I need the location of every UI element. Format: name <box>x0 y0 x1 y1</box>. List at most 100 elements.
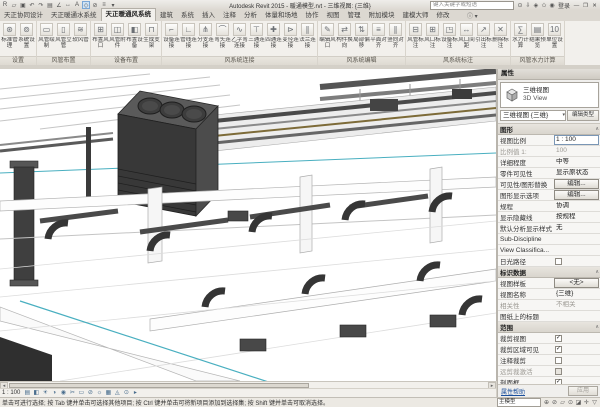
duct-run-main[interactable] <box>0 87 496 151</box>
panel-title[interactable]: 风系统标注 <box>406 56 510 65</box>
property-value[interactable]: 无 <box>554 223 599 233</box>
ribbon-button[interactable]: ⋔ 分支连接 <box>197 22 214 56</box>
status-toggle-icon[interactable]: ⊘ <box>551 399 558 406</box>
property-checkbox[interactable] <box>555 335 562 342</box>
ribbon-tab[interactable]: 天正协同设计 <box>0 10 47 21</box>
property-row[interactable]: 范围 <box>498 322 600 333</box>
ribbon-tab[interactable]: 插入 <box>198 10 219 21</box>
ribbon-button[interactable]: ✕ 删除标注 <box>492 22 509 56</box>
property-row[interactable]: 视图样板 <无> <box>498 278 600 289</box>
ribbon-button[interactable]: ≡ 平面对齐 <box>370 22 387 56</box>
status-toggle-icon[interactable]: ✛ <box>583 399 590 406</box>
qat-icon[interactable]: ▤ <box>46 1 54 9</box>
edit-type-button[interactable]: 编辑类型 <box>567 110 599 121</box>
ribbon-button[interactable]: ⊟ 风管标注 <box>407 22 424 56</box>
quick-access-toolbar[interactable]: R▱▣↶↷▤∠↔A◇⊘≡▾ <box>0 1 117 9</box>
drawing-area-3d-view[interactable] <box>0 69 497 381</box>
type-preview[interactable]: 三维视图 3D View <box>500 82 599 108</box>
property-value[interactable]: 100 <box>554 146 599 156</box>
modify-info-icon[interactable]: ⓘ ▾ <box>464 11 481 20</box>
ribbon-button[interactable]: ∥ 竖向对齐 <box>387 22 404 56</box>
property-row[interactable]: 视图名称 {三维} <box>498 289 600 300</box>
status-toggle-icon[interactable]: ⊙ <box>567 399 574 406</box>
ribbon-tab[interactable]: 管理 <box>344 10 365 21</box>
property-row[interactable]: 注释裁剪 <box>498 355 600 366</box>
property-checkbox[interactable] <box>555 368 562 375</box>
property-row[interactable]: 可见性/图形替换 编辑... <box>498 179 600 190</box>
property-row[interactable]: Sub-Discipline <box>498 234 600 245</box>
ribbon-tab[interactable]: 注释 <box>219 10 240 21</box>
ribbon-tab[interactable]: 分析 <box>240 10 261 21</box>
status-toggle-icon[interactable]: ▽ <box>591 399 598 406</box>
ribbon-button[interactable]: ⊤ 三通连接 <box>248 22 265 56</box>
ribbon-button[interactable]: ✎ 编辑风口 <box>319 22 336 56</box>
section-box-edge-teal[interactable] <box>0 153 496 173</box>
view-control-icon[interactable]: ◉ <box>59 389 67 397</box>
apply-button[interactable]: 应用 <box>568 386 598 396</box>
view-control-icon[interactable]: ⊙ <box>122 389 130 397</box>
qat-icon[interactable]: ∠ <box>55 1 63 9</box>
property-value[interactable]: 中等 <box>554 157 599 167</box>
qat-icon[interactable]: ◇ <box>82 1 90 9</box>
ribbon-button[interactable]: ▤ 结果预览 <box>529 22 546 56</box>
property-row[interactable]: 图形 <box>498 124 600 135</box>
ribbon-button[interactable]: ⌒ 弯头连接 <box>214 22 231 56</box>
ribbon-button[interactable]: ⊚ 系统设置 <box>18 22 35 56</box>
titlebar-icons[interactable]: ⊙⇩◈✩◉ <box>516 2 556 9</box>
property-checkbox[interactable] <box>555 258 562 265</box>
property-checkbox[interactable] <box>555 357 562 364</box>
ribbon-button[interactable]: ⇄ 构件换向 <box>336 22 353 56</box>
panel-title[interactable]: 设置 <box>0 56 36 65</box>
panel-title[interactable]: 风系统连接 <box>162 56 317 65</box>
window-button[interactable]: ✕ <box>590 2 599 10</box>
qat-icon[interactable]: ▱ <box>10 1 18 9</box>
type-selector-dropdown[interactable]: 三维视图 {三维} <box>500 110 566 121</box>
panel-title[interactable]: 设备布置 <box>91 56 161 65</box>
property-row[interactable]: 标识数据 <box>498 267 600 278</box>
riser-duct[interactable] <box>86 127 91 199</box>
help-search-input[interactable]: 键入关键字或短语 <box>430 1 514 10</box>
window-button[interactable]: — <box>572 2 581 10</box>
property-row[interactable]: 比例值 1: 100 <box>498 146 600 157</box>
ribbon-tab[interactable]: 天正暖通水系统 <box>47 10 101 21</box>
equipment-dark-corner[interactable] <box>0 337 52 381</box>
property-value[interactable]: 协调 <box>554 201 599 211</box>
view-control-icon[interactable]: ▤ <box>23 389 31 397</box>
property-value[interactable]: 不相关 <box>554 300 599 310</box>
properties-header[interactable]: 属性 <box>498 69 600 80</box>
panel-title[interactable]: 风管布置 <box>37 56 90 65</box>
qat-icon[interactable]: ↶ <box>28 1 36 9</box>
property-row[interactable]: 显示隐藏线 按规程 <box>498 212 600 223</box>
property-row[interactable]: 零件可见性 显示原状态 <box>498 168 600 179</box>
ribbon-tab[interactable]: 视图 <box>323 10 344 21</box>
ribbon-button[interactable]: ⇅ 局部偏移 <box>353 22 370 56</box>
property-row[interactable]: 图形显示选项 编辑... <box>498 190 600 201</box>
ribbon-button[interactable]: ↗ 引出标注 <box>475 22 492 56</box>
view-control-icon[interactable]: ◬ <box>113 389 121 397</box>
view-control-icon[interactable]: ☀ <box>41 389 49 397</box>
qat-icon[interactable]: ↷ <box>37 1 45 9</box>
ribbon-button[interactable]: ∟ 管线连接 <box>180 22 197 56</box>
property-value[interactable]: <无> <box>554 278 599 288</box>
properties-help-link[interactable]: 属性帮助 <box>501 387 525 396</box>
ribbon-tab[interactable]: 系统 <box>177 10 198 21</box>
ribbon-tab[interactable]: 天正暖通风系统 <box>101 8 157 21</box>
ribbon-button[interactable]: ∥ 法兰连接 <box>299 22 316 56</box>
ribbon-button[interactable]: ⌐ 设备连接 <box>163 22 180 56</box>
status-toggle-icon[interactable]: ▱ <box>559 399 566 406</box>
duct-fitting-box[interactable] <box>370 99 398 111</box>
property-row[interactable]: 剖面框 <box>498 377 600 384</box>
property-value[interactable]: 按规程 <box>554 212 599 222</box>
ribbon-tab[interactable]: 协作 <box>302 10 323 21</box>
ribbon-button[interactable]: ∑ 水力计算 <box>512 22 529 56</box>
ribbon-button[interactable]: ∿ 乙字弯连接 <box>231 22 248 56</box>
titlebar-icon[interactable]: ◉ <box>548 2 556 9</box>
ribbon-button[interactable]: ⊞ 布置风口 <box>92 22 109 56</box>
ribbon-tab[interactable]: 附加模块 <box>365 10 399 21</box>
ribbon-button[interactable]: ▯ 风管立管 <box>55 22 72 56</box>
titlebar-icon[interactable]: ⇩ <box>524 2 532 9</box>
property-row[interactable]: 图纸上的标题 <box>498 311 600 322</box>
view-scale-button[interactable]: 1 : 100 <box>2 390 20 396</box>
qat-icon[interactable]: ↔ <box>64 1 72 9</box>
status-toggle-icon[interactable]: ◪ <box>575 399 582 406</box>
